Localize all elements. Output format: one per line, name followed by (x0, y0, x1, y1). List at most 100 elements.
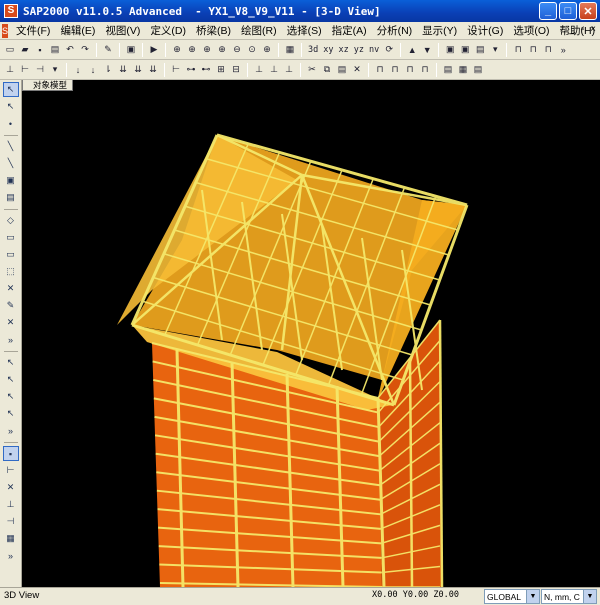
more-options-icon[interactable]: ▾ (488, 43, 502, 57)
coord-system-select[interactable]: GLOBAL ▼ (484, 589, 540, 604)
zoom-window-icon[interactable]: ⊕ (170, 43, 184, 57)
draw-area-icon[interactable]: ⊞ (214, 63, 228, 77)
menu-define[interactable]: 定义(D) (145, 23, 191, 38)
zoom-out-icon[interactable]: ⊖ (230, 43, 244, 57)
join-frames-icon[interactable]: ⊓ (403, 63, 417, 77)
open-folder-icon[interactable]: ▰ (18, 43, 32, 57)
quick-draw-area-icon[interactable]: ▭ (3, 247, 19, 262)
toolbar-overflow-icon[interactable]: » (3, 423, 19, 438)
toolbar-overflow-icon[interactable]: » (3, 332, 19, 347)
pointer-select-icon[interactable]: ↖ (2, 82, 19, 97)
quick-draw-frame-icon[interactable]: ⊥ (252, 63, 266, 77)
frame-load-icon[interactable]: ↓ (86, 63, 100, 77)
move-up-icon[interactable]: ▲ (405, 43, 419, 57)
menu-design[interactable]: 设计(G) (462, 23, 508, 38)
zoom-in-icon[interactable]: ⊕ (215, 43, 229, 57)
menu-draw[interactable]: 绘图(R) (236, 23, 282, 38)
quick-draw-braces-icon[interactable]: ▤ (3, 190, 19, 205)
view-xz-button[interactable]: xz (337, 43, 351, 57)
refresh-icon[interactable]: ✎ (101, 43, 115, 57)
menu-assign[interactable]: 指定(A) (327, 23, 372, 38)
area-section-icon[interactable]: ⊓ (526, 43, 540, 57)
lock-icon[interactable]: ▣ (124, 43, 138, 57)
reshape-icon[interactable]: ↖ (3, 99, 19, 114)
redo-icon[interactable]: ↷ (78, 43, 92, 57)
menu-bridge[interactable]: 桥梁(B) (191, 23, 236, 38)
mdi-close-button[interactable]: × (590, 24, 596, 35)
draw-dimension-icon[interactable]: ✕ (3, 315, 19, 330)
chevron-down-icon[interactable]: ▼ (526, 590, 539, 603)
quick-draw-secondary-icon[interactable]: ⊥ (282, 63, 296, 77)
rotate-icon[interactable]: ⟳ (382, 43, 396, 57)
menu-options[interactable]: 选项(O) (508, 23, 554, 38)
document-icon[interactable]: S (2, 23, 9, 38)
chevron-down-icon[interactable]: ▼ (583, 590, 596, 603)
snap-perpendicular-icon[interactable]: ⊥ (3, 497, 19, 512)
quick-draw-brace-icon[interactable]: ⊥ (267, 63, 281, 77)
mdi-minimize-button[interactable]: _ (569, 24, 575, 35)
draw-frame-icon[interactable]: ╲ (3, 139, 19, 154)
menu-file[interactable]: 文件(F) (11, 23, 55, 38)
view-yz-button[interactable]: yz (352, 43, 366, 57)
toolbar-overflow-icon[interactable]: » (3, 548, 19, 563)
distributed-load-icon[interactable]: ⇊ (116, 63, 130, 77)
draw-cable-icon[interactable]: ⊶ (184, 63, 198, 77)
menu-view[interactable]: 视图(V) (100, 23, 145, 38)
show-forces-icon[interactable]: ▤ (473, 43, 487, 57)
draw-joint-icon[interactable]: • (3, 116, 19, 131)
show-undeformed-icon[interactable]: ▣ (443, 43, 457, 57)
new-file-icon[interactable]: ▭ (3, 43, 17, 57)
select-intersect-icon[interactable]: ↖ (3, 406, 19, 421)
menu-display[interactable]: 显示(Y) (417, 23, 462, 38)
snap-intersections-icon[interactable]: ✕ (3, 480, 19, 495)
menu-select[interactable]: 选择(S) (282, 23, 327, 38)
temperature-load-icon[interactable]: ⇊ (146, 63, 160, 77)
link-icon[interactable]: ⊓ (541, 43, 555, 57)
copy-icon[interactable]: ⧉ (320, 63, 334, 77)
draw-rect-area-icon[interactable]: ▭ (3, 230, 19, 245)
table-icon[interactable]: ▤ (471, 63, 485, 77)
draw-solid-icon[interactable]: ⊟ (229, 63, 243, 77)
replicate-icon[interactable]: ⊓ (373, 63, 387, 77)
undo-icon[interactable]: ↶ (63, 43, 77, 57)
maximize-button[interactable]: □ (559, 2, 577, 20)
section-designer-icon[interactable]: ▤ (441, 63, 455, 77)
sap-logo-icon[interactable]: S (4, 4, 18, 18)
view-xy-button[interactable]: xy (321, 43, 335, 57)
view-nv-button[interactable]: nv (367, 43, 381, 57)
3d-building-model[interactable] (22, 80, 600, 587)
toolbar-overflow-icon[interactable]: » (556, 43, 570, 57)
select-all-icon[interactable]: ↖ (3, 355, 19, 370)
zoom-restore-icon[interactable]: ⊕ (185, 43, 199, 57)
frame-section-icon[interactable]: ⊓ (511, 43, 525, 57)
view-3d-button[interactable]: 3d (306, 43, 320, 57)
close-button[interactable]: ✕ (579, 2, 597, 20)
save-icon[interactable]: ▪ (33, 43, 47, 57)
local-axes-icon[interactable]: ⊣ (33, 63, 47, 77)
delete-icon[interactable]: ✕ (350, 63, 364, 77)
divide-frames-icon[interactable]: ⊓ (388, 63, 402, 77)
menu-edit[interactable]: 编辑(E) (55, 23, 100, 38)
zoom-extents-icon[interactable]: ⊕ (200, 43, 214, 57)
units-select[interactable]: N, mm, C ▼ (541, 589, 597, 604)
area-load-icon[interactable]: ⇊ (131, 63, 145, 77)
draw-section-cut-icon[interactable]: ✎ (3, 298, 19, 313)
select-previous-icon[interactable]: ↖ (3, 372, 19, 387)
dropdown-icon[interactable]: ▾ (48, 63, 62, 77)
point-load-icon[interactable]: ⇂ (101, 63, 115, 77)
draw-cable-icon[interactable]: ╲ (3, 156, 19, 171)
menu-analyze[interactable]: 分析(N) (372, 23, 418, 38)
extrude-icon[interactable]: ⊓ (418, 63, 432, 77)
cut-icon[interactable]: ✂ (305, 63, 319, 77)
quick-draw-frame-icon[interactable]: ▣ (3, 173, 19, 188)
snap-ends-icon[interactable]: ⊢ (3, 463, 19, 478)
draw-frame-icon[interactable]: ⊢ (169, 63, 183, 77)
print-icon[interactable]: ▤ (48, 43, 62, 57)
minimize-button[interactable]: _ (539, 2, 557, 20)
frame-release-icon[interactable]: ⊢ (18, 63, 32, 77)
pan-icon[interactable]: ⊙ (245, 43, 259, 57)
move-down-icon[interactable]: ▼ (420, 43, 434, 57)
run-analysis-icon[interactable]: ▶ (147, 43, 161, 57)
draw-solid-icon[interactable]: ⬚ (3, 264, 19, 279)
draw-poly-area-icon[interactable]: ◇ (3, 213, 19, 228)
